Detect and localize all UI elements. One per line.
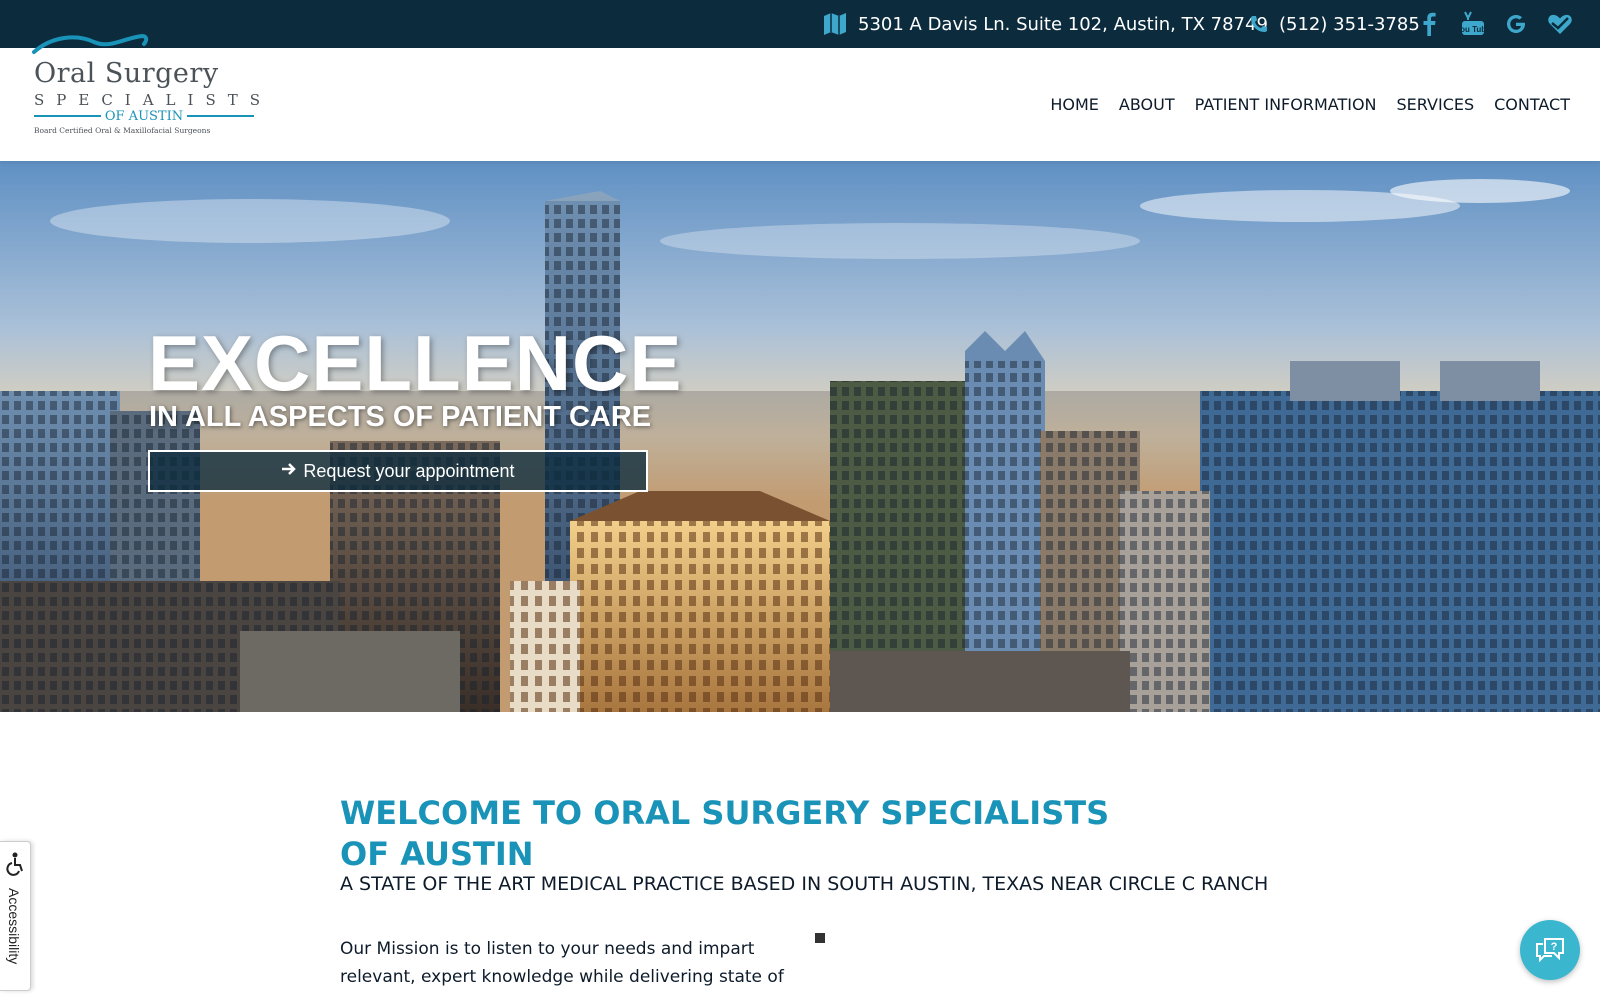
logo-line-oral-surgery: Oral Surgery	[34, 58, 219, 89]
mission-text: Our Mission is to listen to your needs a…	[340, 939, 784, 987]
chat-icon: ?	[1533, 931, 1567, 969]
accessibility-label: Accessibility	[6, 888, 22, 965]
logo-line-of-austin: OF AUSTIN	[104, 108, 184, 124]
nav-about[interactable]: ABOUT	[1119, 95, 1175, 114]
phone-icon	[1249, 14, 1269, 34]
youtube-icon[interactable]: You Tube	[1460, 11, 1486, 37]
request-appointment-button[interactable]: Request your appointment	[148, 450, 648, 492]
google-icon[interactable]	[1503, 11, 1529, 37]
svg-text:You Tube: You Tube	[1461, 25, 1485, 34]
nav-services[interactable]: SERVICES	[1397, 95, 1475, 114]
nav-home[interactable]: HOME	[1050, 95, 1099, 114]
loading-square	[815, 933, 825, 943]
welcome-subtitle: A STATE OF THE ART MEDICAL PRACTICE BASE…	[340, 873, 1269, 895]
healthgrades-icon[interactable]	[1547, 11, 1573, 37]
site-logo[interactable]: Oral Surgery SPECIALISTS OF AUSTIN Board…	[30, 30, 260, 138]
address-text: 5301 A Davis Ln. Suite 102, Austin, TX 7…	[858, 13, 1268, 35]
accessibility-icon	[4, 852, 26, 880]
arrow-right-icon	[281, 461, 297, 482]
svg-text:?: ?	[1551, 941, 1558, 953]
address-link[interactable]: 5301 A Davis Ln. Suite 102, Austin, TX 7…	[822, 0, 1268, 48]
map-icon	[822, 11, 848, 37]
welcome-title: WELCOME TO ORAL SURGERY SPECIALISTS OF A…	[340, 794, 1110, 873]
nav-patient-information[interactable]: PATIENT INFORMATION	[1195, 95, 1377, 114]
accessibility-tab[interactable]: Accessibility	[0, 841, 31, 991]
city-skyline-image	[0, 161, 1600, 712]
facebook-icon[interactable]	[1416, 11, 1442, 37]
hero-title: EXCELLENCE	[148, 319, 683, 407]
logo-swoosh-icon	[32, 33, 149, 54]
main-nav: HOME ABOUT PATIENT INFORMATION SERVICES …	[1030, 48, 1570, 161]
phone-link[interactable]: (512) 351-3785	[1249, 0, 1420, 48]
logo-line-of-austin-wrap: OF AUSTIN	[34, 108, 254, 124]
logo-line-specialists: SPECIALISTS	[34, 91, 272, 109]
nav-contact[interactable]: CONTACT	[1494, 95, 1570, 114]
phone-text: (512) 351-3785	[1279, 13, 1420, 35]
request-appointment-label: Request your appointment	[303, 460, 515, 481]
hero-subtitle: IN ALL ASPECTS OF PATIENT CARE	[149, 401, 652, 433]
logo-tagline: Board Certified Oral & Maxillofacial Sur…	[34, 126, 211, 135]
hero-banner: EXCELLENCE IN ALL ASPECTS OF PATIENT CAR…	[0, 161, 1600, 712]
chat-button[interactable]: ?	[1520, 920, 1580, 980]
